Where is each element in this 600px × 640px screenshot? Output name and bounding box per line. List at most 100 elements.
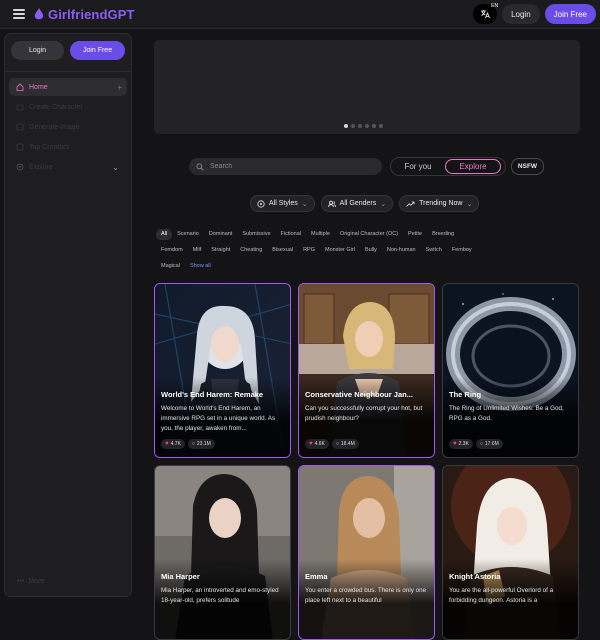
tag-chip[interactable]: Femboy	[447, 247, 477, 253]
tag-chip[interactable]: Submissive	[237, 231, 275, 237]
show-all-tags-link[interactable]: Show all	[185, 263, 216, 269]
tag-chip[interactable]: Bully	[360, 247, 382, 253]
character-card[interactable]: The Ring The Ring of Unlimited Wishes. B…	[442, 283, 579, 458]
character-card[interactable]: World's End Harem: Remake Welcome to Wor…	[154, 283, 291, 458]
tag-chip[interactable]: RPG	[298, 247, 320, 253]
sidebar-more[interactable]: ••• More	[17, 578, 44, 585]
login-button[interactable]: Login	[502, 4, 540, 24]
carousel-dot[interactable]	[372, 124, 376, 128]
tag-chip[interactable]: Monster Girl	[320, 247, 360, 253]
sidebar-item-label: Generate Image	[29, 123, 80, 131]
card-title: The Ring	[449, 390, 482, 399]
tag-row: Femdom Milf Straight Cheating Bisexual RPG Mon…	[156, 242, 580, 258]
sidebar-item-top-creators[interactable]: Top Creators	[9, 138, 127, 156]
tag-list: All Scenario Dominant Submissive Fictional Mu…	[156, 226, 580, 274]
carousel-dot[interactable]	[365, 124, 369, 128]
genders-label: All Genders	[339, 200, 377, 207]
carousel-dots	[344, 124, 383, 128]
banner-carousel[interactable]	[154, 40, 580, 134]
chevron-down-icon: ⌄	[301, 200, 308, 208]
search-bar	[189, 158, 382, 175]
chat-bubble-icon: ○	[335, 441, 339, 447]
tag-chip[interactable]: Dominant	[204, 231, 238, 237]
tag-chip[interactable]: Straight	[206, 247, 235, 253]
character-card[interactable]: Emma You enter a crowded bus. There is o…	[298, 465, 435, 640]
tag-chip[interactable]: Petite	[403, 231, 427, 237]
styles-dropdown[interactable]: All Styles ⌄	[250, 195, 315, 212]
search-icon	[196, 162, 204, 171]
chat-bubble-icon: ○	[191, 441, 195, 447]
tag-row: Magical Show all	[156, 258, 580, 274]
card-description: You are the all-powerful Overlord of a f…	[449, 587, 554, 604]
sort-label: Trending Now	[419, 200, 463, 207]
sidebar-item-generate-image[interactable]: Generate Image	[9, 118, 127, 136]
join-free-button[interactable]: Join Free	[544, 4, 596, 24]
tag-chip[interactable]: Femdom	[156, 247, 188, 253]
palette-icon	[257, 199, 265, 208]
card-title: Emma	[305, 572, 328, 581]
menu-icon[interactable]	[13, 9, 25, 19]
language-button[interactable]: EN	[473, 3, 498, 24]
chat-bubble-icon: ○	[479, 441, 483, 447]
compass-icon	[16, 163, 24, 171]
tag-chip[interactable]: Magical	[156, 263, 185, 269]
sidebar: Login Join Free Home + Create Character …	[4, 33, 132, 597]
tag-chip[interactable]: Fictional	[276, 231, 306, 237]
tag-chip[interactable]: Milf	[188, 247, 207, 253]
logo[interactable]: GirlfriendGPT	[34, 7, 135, 22]
tag-chip[interactable]: Original Character (OC)	[335, 231, 403, 237]
tag-chip[interactable]: Bisexual	[267, 247, 298, 253]
styles-label: All Styles	[269, 200, 298, 207]
card-title: World's End Harem: Remake	[161, 390, 264, 399]
chats-value: 23.1M	[196, 441, 211, 447]
carousel-dot[interactable]	[358, 124, 362, 128]
sidebar-login-button[interactable]: Login	[11, 41, 65, 60]
chevron-down-icon: ⌄	[112, 162, 119, 172]
chats-count: ○ 17.6M	[475, 439, 503, 449]
character-card[interactable]: Conservative Neighbour Jan... Can you su…	[298, 283, 435, 458]
sort-dropdown[interactable]: Trending Now ⌄	[399, 195, 480, 212]
sidebar-item-create-character[interactable]: Create Character	[9, 98, 127, 116]
sidebar-item-label: Explore	[29, 163, 53, 171]
creators-icon	[16, 143, 24, 151]
likes-value: 4.7K	[170, 441, 181, 447]
sidebar-item-home[interactable]: Home +	[9, 78, 127, 96]
image-icon	[16, 123, 24, 131]
tag-chip[interactable]: Multiple	[306, 231, 335, 237]
nsfw-toggle[interactable]: NSFW	[511, 158, 544, 175]
tag-chip[interactable]: Breeding	[427, 231, 459, 237]
sidebar-divider	[5, 71, 131, 72]
carousel-dot[interactable]	[351, 124, 355, 128]
tag-chip[interactable]: Switch	[421, 247, 447, 253]
tag-chip[interactable]: Scenario	[172, 231, 204, 237]
character-card[interactable]: Knight Astoria You are the all-powerful …	[442, 465, 579, 640]
home-icon	[16, 83, 24, 91]
tag-chip[interactable]: Cheating	[235, 247, 267, 253]
chats-value: 18.4M	[340, 441, 355, 447]
heart-icon: ♥	[309, 441, 313, 447]
character-card[interactable]: Mia Harper Mia Harper, an introverted an…	[154, 465, 291, 640]
tag-chip[interactable]: All	[156, 228, 173, 240]
translate-icon	[481, 10, 490, 19]
likes-value: 4.6K	[314, 441, 325, 447]
search-input[interactable]	[210, 163, 370, 170]
users-icon	[327, 200, 336, 207]
card-title: Knight Astoria	[449, 572, 501, 581]
chats-count: ○ 23.1M	[187, 439, 215, 449]
likes-count: ♥ 2.3K	[449, 439, 473, 449]
sidebar-join-button[interactable]: Join Free	[70, 41, 125, 60]
tag-row: All Scenario Dominant Submissive Fictional Mu…	[156, 226, 580, 242]
plus-icon: +	[117, 82, 122, 92]
carousel-dot[interactable]	[344, 124, 348, 128]
likes-count: ♥ 4.6K	[305, 439, 329, 449]
card-description: The Ring of Unlimited Wishes. Be a God, …	[449, 405, 564, 422]
tab-for-you[interactable]: For you	[391, 162, 445, 171]
genders-dropdown[interactable]: All Genders ⌄	[320, 195, 394, 212]
carousel-dot[interactable]	[379, 124, 383, 128]
logo-drop-icon	[34, 8, 44, 20]
tag-chip[interactable]: Non-human	[382, 247, 421, 253]
sidebar-item-label: Home	[29, 83, 48, 91]
sidebar-item-explore[interactable]: Explore ⌄	[9, 158, 127, 176]
tab-explore[interactable]: Explore	[445, 159, 501, 174]
mode-tabs: For you Explore	[390, 157, 506, 176]
